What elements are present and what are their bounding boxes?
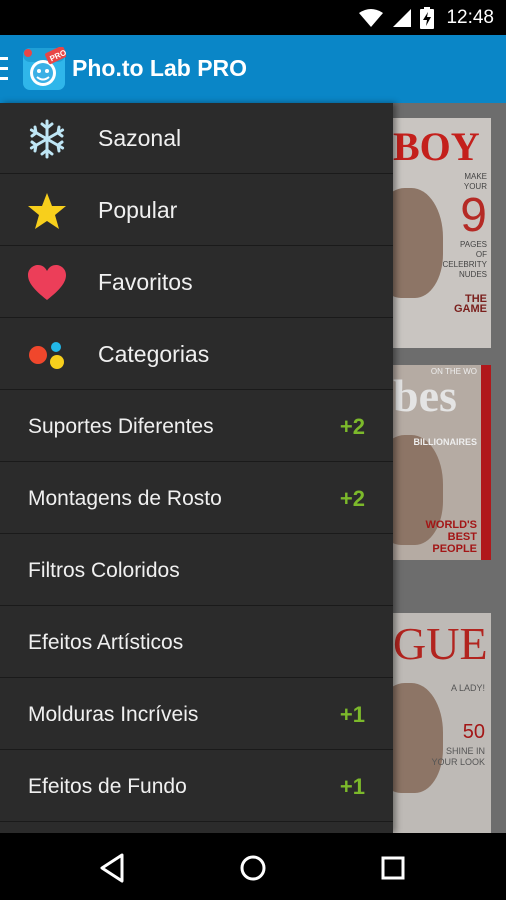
status-bar: 12:48 — [0, 0, 506, 35]
menu-icon[interactable] — [0, 57, 8, 81]
clock: 12:48 — [446, 7, 494, 28]
new-count-badge: +2 — [339, 486, 365, 511]
drawer-item-label: Molduras Incríveis — [28, 703, 199, 726]
drawer-item-label: Montagens de Rosto — [28, 487, 222, 510]
drawer-item-molduras-incriveis[interactable]: Molduras Incríveis +1 — [0, 679, 393, 750]
drawer-item-sazonal[interactable]: Sazonal — [0, 103, 393, 174]
drawer-item-label: Efeitos Artísticos — [28, 631, 184, 654]
drawer-item-favoritos[interactable]: Favoritos — [0, 247, 393, 318]
masthead: BOY — [393, 124, 480, 168]
cover-text: WORLD'S BEST PEOPLE — [425, 519, 478, 555]
signal-icon — [393, 9, 412, 27]
drawer-item-efeitos-artisticos[interactable]: Efeitos Artísticos — [0, 607, 393, 678]
heart-icon — [28, 265, 66, 300]
face-image — [393, 188, 443, 298]
cover-text: BILLIONAIRES — [413, 437, 477, 447]
cover-text: ON THE WO — [430, 367, 477, 376]
drawer-item-label: Suportes Diferentes — [28, 415, 214, 438]
app-logo-icon: PRO — [23, 47, 66, 90]
star-icon — [28, 193, 66, 229]
new-count-badge: +1 — [339, 774, 365, 799]
magazine-thumb[interactable]: BOY MAKE YOUR 9 PAGES OF CELEBRITY NUDES… — [393, 118, 491, 348]
cover-text: A LADY! 50 SHINE IN YOUR LOOK — [431, 683, 485, 767]
snowflake-icon — [29, 119, 65, 159]
recents-icon[interactable] — [376, 851, 410, 885]
magazine-thumb[interactable]: GUE A LADY! 50 SHINE IN YOUR LOOK — [393, 613, 491, 833]
drawer-item-label: Categorias — [98, 341, 210, 367]
dots-icon — [29, 342, 64, 369]
back-icon[interactable] — [96, 851, 130, 885]
drawer-item-label: Filtros Coloridos — [28, 559, 180, 582]
drawer-item-popular[interactable]: Popular — [0, 175, 393, 246]
cover-text: MAKE YOUR 9 PAGES OF CELEBRITY NUDES THE… — [442, 172, 487, 315]
drawer-item-label: Popular — [98, 197, 178, 223]
svg-text:GUE: GUE — [393, 618, 488, 663]
svg-text:BOY: BOY — [393, 124, 480, 168]
svg-text:bes: bes — [393, 370, 457, 415]
new-count-badge: +2 — [339, 414, 365, 439]
drawer-item-categorias[interactable]: Categorias — [0, 319, 393, 390]
home-icon[interactable] — [236, 851, 270, 885]
system-nav-bar — [0, 833, 506, 900]
drawer-item-label: Sazonal — [98, 125, 182, 151]
masthead: GUE — [393, 618, 488, 663]
drawer-item-filtros-coloridos[interactable]: Filtros Coloridos — [0, 535, 393, 606]
app-title: Pho.to Lab PRO — [72, 55, 248, 81]
magazine-thumb[interactable]: bes ON THE WO BILLIONAIRES WORLD'S BEST … — [393, 365, 491, 560]
drawer-item-label: Favoritos — [98, 269, 193, 295]
status-icons: 12:48 — [358, 6, 494, 30]
app-bar: PRO Pho.to Lab PRO — [0, 35, 506, 103]
drawer-item-montagens-de-rosto[interactable]: Montagens de Rosto +2 — [0, 463, 393, 534]
wifi-icon — [359, 9, 384, 27]
red-stripe — [481, 365, 491, 560]
drawer-item-label: Efeitos de Fundo — [28, 775, 187, 798]
drawer-item-efeitos-de-fundo[interactable]: Efeitos de Fundo +1 — [0, 751, 393, 822]
battery-charging-icon — [420, 7, 435, 29]
navigation-drawer: Sazonal Popular Favoritos Categorias Sup… — [0, 103, 393, 833]
drawer-item-suportes-diferentes[interactable]: Suportes Diferentes +2 — [0, 391, 393, 462]
new-count-badge: +1 — [339, 702, 365, 727]
